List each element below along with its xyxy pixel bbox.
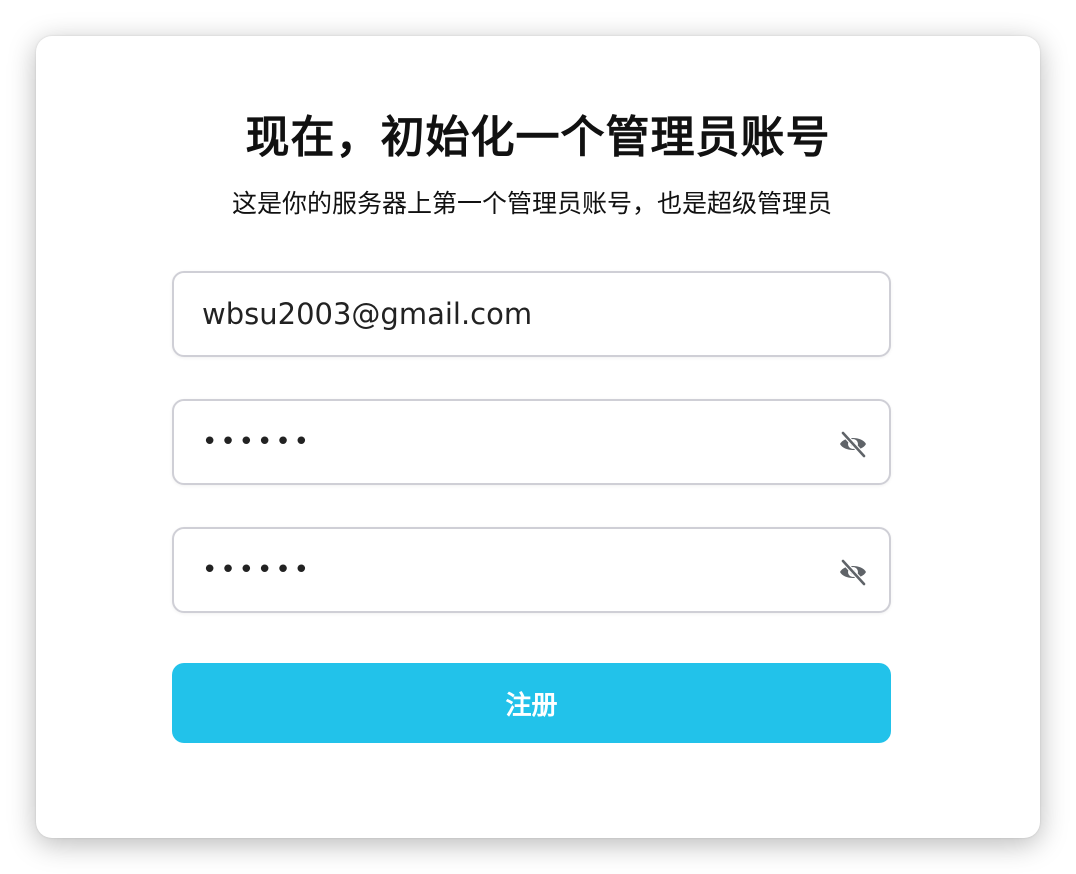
- register-button[interactable]: 注册: [172, 663, 891, 743]
- page-subtitle: 这是你的服务器上第一个管理员账号，也是超级管理员: [231, 189, 832, 218]
- confirm-password-field: [172, 527, 891, 613]
- email-field: [172, 271, 891, 357]
- password-field: [172, 399, 891, 485]
- password-input[interactable]: [202, 401, 822, 483]
- page-title: 现在，初始化一个管理员账号: [245, 112, 831, 163]
- confirm-password-input[interactable]: [202, 529, 822, 611]
- eye-slash-icon[interactable]: [837, 556, 869, 588]
- eye-slash-icon[interactable]: [837, 428, 869, 460]
- email-input[interactable]: [202, 273, 822, 355]
